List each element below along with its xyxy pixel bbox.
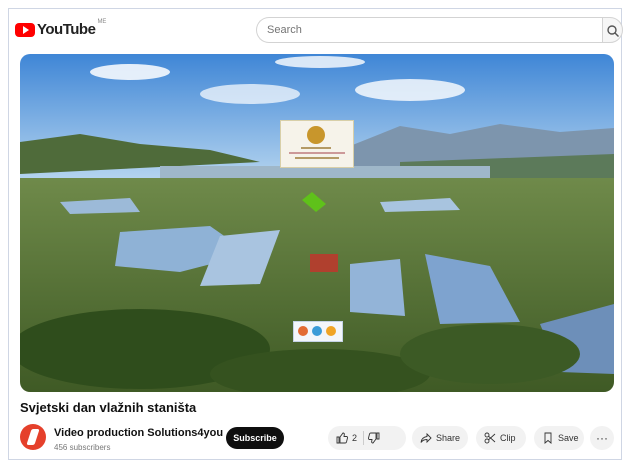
dislike-button[interactable] xyxy=(368,426,384,450)
subscriber-count: 456 subscribers xyxy=(54,443,111,452)
channel-avatar[interactable] xyxy=(20,424,46,450)
logo-text: YouTube xyxy=(37,21,96,38)
like-count: 2 xyxy=(352,433,358,443)
partner-logo-overlay xyxy=(293,321,343,342)
save-icon xyxy=(544,432,552,444)
wetland-sign-overlay xyxy=(280,120,354,168)
youtube-logo-icon xyxy=(15,22,35,37)
save-label: Save xyxy=(558,433,579,443)
search-icon xyxy=(607,25,619,37)
share-icon xyxy=(420,432,432,444)
top-bar: YouTube ME xyxy=(9,9,623,49)
like-button[interactable]: 2 xyxy=(328,426,357,450)
clip-button[interactable]: Clip xyxy=(476,426,526,450)
crest-icon xyxy=(307,126,325,144)
youtube-logo[interactable]: YouTube ME xyxy=(15,19,107,38)
video-title: Svjetski dan vlažnih staništa xyxy=(20,400,197,415)
clip-icon xyxy=(484,432,496,444)
video-player[interactable] xyxy=(20,54,614,392)
like-dislike-group: 2 xyxy=(328,426,406,450)
region-code: ME xyxy=(97,19,107,25)
clip-label: Clip xyxy=(500,433,516,443)
share-label: Share xyxy=(436,433,461,443)
dislike-icon xyxy=(368,432,380,444)
share-button[interactable]: Share xyxy=(412,426,468,450)
more-button[interactable]: ··· xyxy=(590,426,614,450)
search-button[interactable] xyxy=(602,17,623,43)
subscribe-button[interactable]: Subscribe xyxy=(226,427,284,449)
like-icon xyxy=(336,432,348,444)
search-input[interactable] xyxy=(256,17,602,43)
more-icon: ··· xyxy=(596,431,608,445)
channel-name[interactable]: Video production Solutions4you xyxy=(54,427,223,439)
save-button[interactable]: Save xyxy=(534,426,584,450)
